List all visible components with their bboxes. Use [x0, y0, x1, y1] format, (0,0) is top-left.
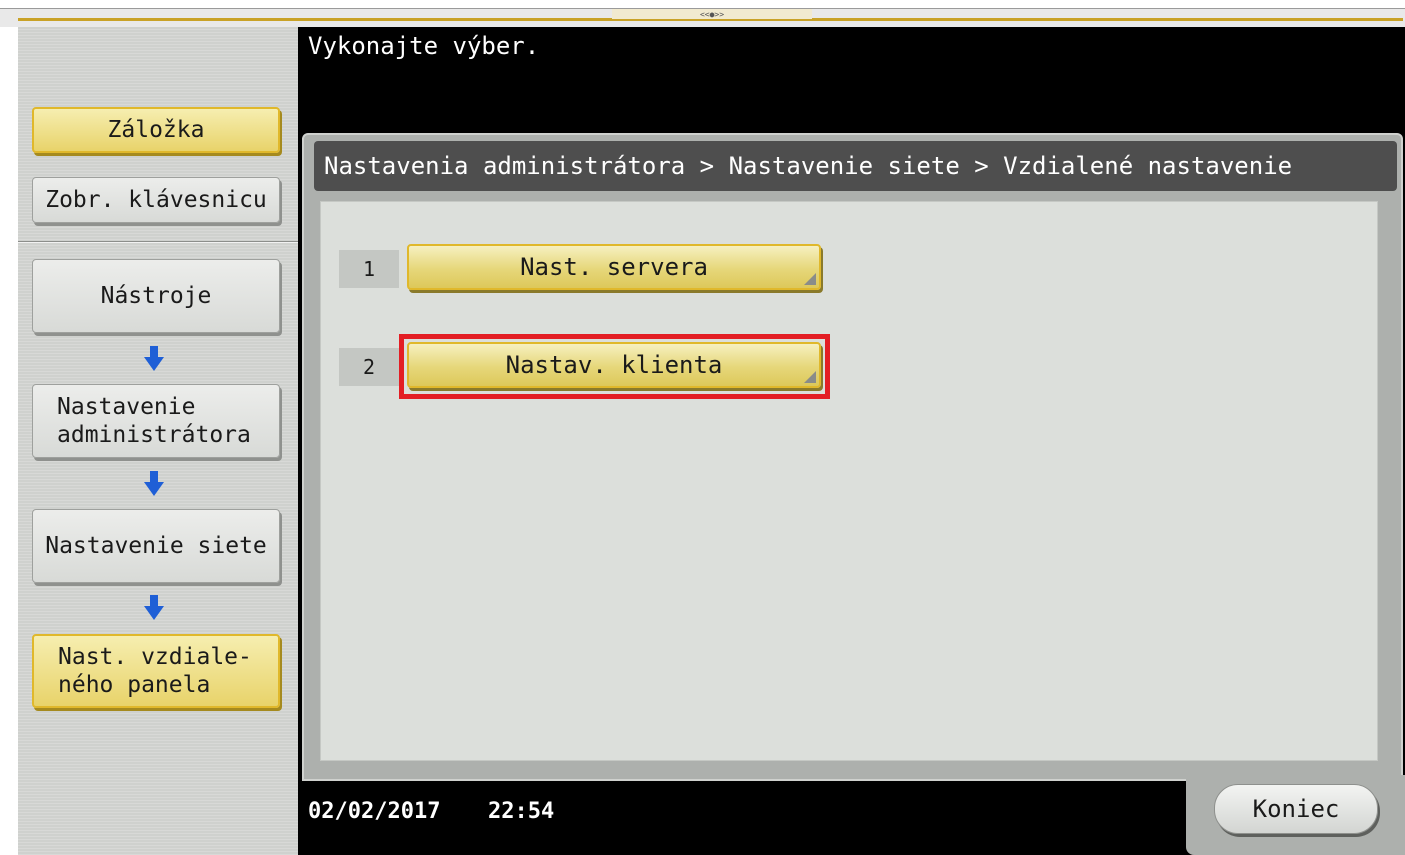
- path-remote-line2: ného panela: [58, 672, 211, 698]
- status-time: 22:54: [488, 799, 555, 824]
- path-tools-label: Nástroje: [100, 283, 212, 309]
- sidebar-divider: [18, 241, 298, 243]
- end-button[interactable]: Koniec: [1214, 784, 1378, 834]
- server-settings-label: Nast. servera: [520, 253, 708, 281]
- path-remote-panel-button[interactable]: Nast. vzdiale- ného panela: [32, 634, 280, 708]
- show-keyboard-button[interactable]: Zobr. klávesnicu: [32, 177, 280, 223]
- status-date: 02/02/2017: [308, 799, 441, 824]
- corner-triangle-icon: [804, 273, 816, 285]
- highlight-box: [399, 334, 830, 399]
- option-number: 2: [339, 348, 399, 386]
- path-tools-button[interactable]: Nástroje: [32, 259, 280, 333]
- sidebar: Záložka Zobr. klávesnicu Nástroje Nastav…: [18, 27, 298, 855]
- panel-grip-handle[interactable]: <<●>>: [612, 9, 812, 21]
- options-list: 1 Nast. servera 2 Nastav. klienta: [320, 201, 1378, 761]
- down-arrow-icon: [144, 471, 164, 496]
- option-number: 1: [339, 250, 399, 288]
- show-keyboard-label: Zobr. klávesnicu: [45, 187, 267, 213]
- top-rule: [0, 0, 1405, 9]
- main-area: Vykonajte výber. Nastavenia administráto…: [298, 27, 1405, 855]
- device-screen: <<●>> Záložka Zobr. klávesnicu Nástroje …: [0, 0, 1405, 855]
- path-admin-line2: administrátora: [57, 422, 251, 448]
- path-network-settings-button[interactable]: Nastavenie siete: [32, 509, 280, 583]
- instruction-prompt: Vykonajte výber.: [308, 32, 540, 60]
- top-strip: <<●>>: [0, 9, 1405, 27]
- bookmark-label: Záložka: [107, 117, 205, 143]
- path-admin-settings-button[interactable]: Nastavenie administrátora: [32, 384, 280, 458]
- path-admin-line1: Nastavenie: [57, 394, 196, 420]
- down-arrow-icon: [144, 595, 164, 620]
- path-admin-settings-label: Nastavenie administrátora: [57, 393, 251, 449]
- settings-panel: Nastavenia administrátora > Nastavenie s…: [302, 133, 1403, 781]
- path-network-settings-label: Nastavenie siete: [45, 533, 267, 559]
- path-remote-line1: Nast. vzdiale-: [58, 644, 252, 670]
- breadcrumb: Nastavenia administrátora > Nastavenie s…: [314, 141, 1397, 191]
- bookmark-button[interactable]: Záložka: [32, 107, 280, 153]
- down-arrow-icon: [144, 346, 164, 371]
- server-settings-button[interactable]: Nast. servera: [407, 244, 821, 290]
- end-label: Koniec: [1252, 795, 1340, 823]
- path-remote-panel-label: Nast. vzdiale- ného panela: [58, 643, 252, 699]
